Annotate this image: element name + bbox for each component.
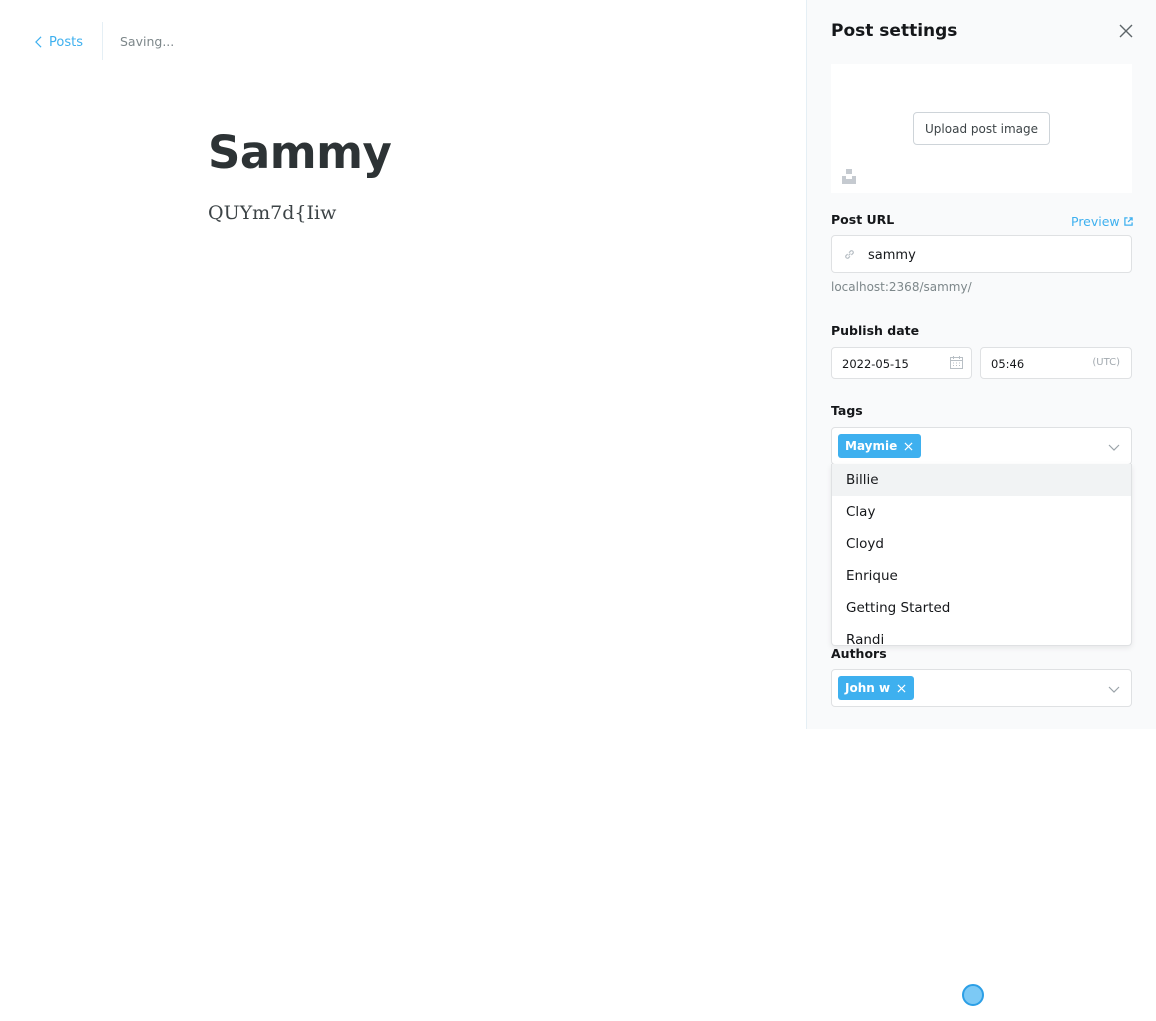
authors-label: Authors xyxy=(831,646,887,661)
post-settings-panel: Post settings Upload post image Post URL… xyxy=(806,0,1156,729)
mouse-cursor-indicator xyxy=(962,984,984,1006)
post-url-hint: localhost:2368/sammy/ xyxy=(831,280,972,294)
editor-header: Posts Saving... xyxy=(0,0,806,84)
post-title[interactable]: Sammy xyxy=(208,126,392,179)
post-image-uploader: Upload post image xyxy=(831,64,1132,193)
authors-select[interactable]: John w xyxy=(831,669,1132,707)
save-status: Saving... xyxy=(120,34,175,49)
close-icon xyxy=(1119,24,1133,38)
chevron-down-icon xyxy=(1108,686,1120,693)
publish-date-input[interactable] xyxy=(840,348,949,380)
tags-label: Tags xyxy=(831,403,863,418)
post-url-field xyxy=(831,235,1132,274)
tag-option[interactable]: Getting Started xyxy=(832,592,1131,624)
tag-option[interactable]: Clay xyxy=(832,496,1131,528)
tag-option[interactable]: Randi xyxy=(832,624,1131,645)
publish-time-input[interactable] xyxy=(989,348,1083,380)
tag-option[interactable]: Enrique xyxy=(832,560,1131,592)
post-body[interactable]: QUYm7d{Iiw xyxy=(208,202,336,224)
remove-author-icon[interactable] xyxy=(897,683,906,693)
back-to-posts-link[interactable]: Posts xyxy=(34,33,83,51)
publish-time-field: (UTC) xyxy=(980,347,1132,380)
link-icon xyxy=(845,250,854,259)
author-token: John w xyxy=(838,676,915,700)
upload-post-image-button[interactable]: Upload post image xyxy=(913,112,1050,145)
remove-tag-icon[interactable] xyxy=(904,441,913,451)
timezone-label: (UTC) xyxy=(1092,357,1120,368)
unsplash-icon[interactable] xyxy=(842,168,856,184)
header-divider xyxy=(102,22,103,60)
post-url-input[interactable] xyxy=(866,236,1125,274)
preview-link[interactable]: Preview xyxy=(1071,214,1133,229)
calendar-icon[interactable] xyxy=(950,356,963,369)
back-link-label: Posts xyxy=(49,34,83,50)
tag-option[interactable]: Billie xyxy=(832,464,1131,496)
preview-link-label: Preview xyxy=(1071,214,1120,229)
tag-token-label: Maymie xyxy=(845,439,898,453)
panel-title: Post settings xyxy=(831,21,958,41)
publish-date-field xyxy=(831,347,972,380)
chevron-left-icon xyxy=(35,36,42,48)
chevron-down-icon xyxy=(1108,444,1120,451)
tags-dropdown: Billie Clay Cloyd Enrique Getting Starte… xyxy=(831,464,1132,646)
tag-token: Maymie xyxy=(838,434,922,458)
external-link-icon xyxy=(1123,217,1133,226)
close-settings-button[interactable] xyxy=(1118,23,1134,39)
tags-select[interactable]: Maymie xyxy=(831,427,1132,465)
publish-date-label: Publish date xyxy=(831,323,920,338)
author-token-label: John w xyxy=(845,681,891,695)
tag-option[interactable]: Cloyd xyxy=(832,528,1131,560)
post-url-label: Post URL xyxy=(831,212,895,227)
